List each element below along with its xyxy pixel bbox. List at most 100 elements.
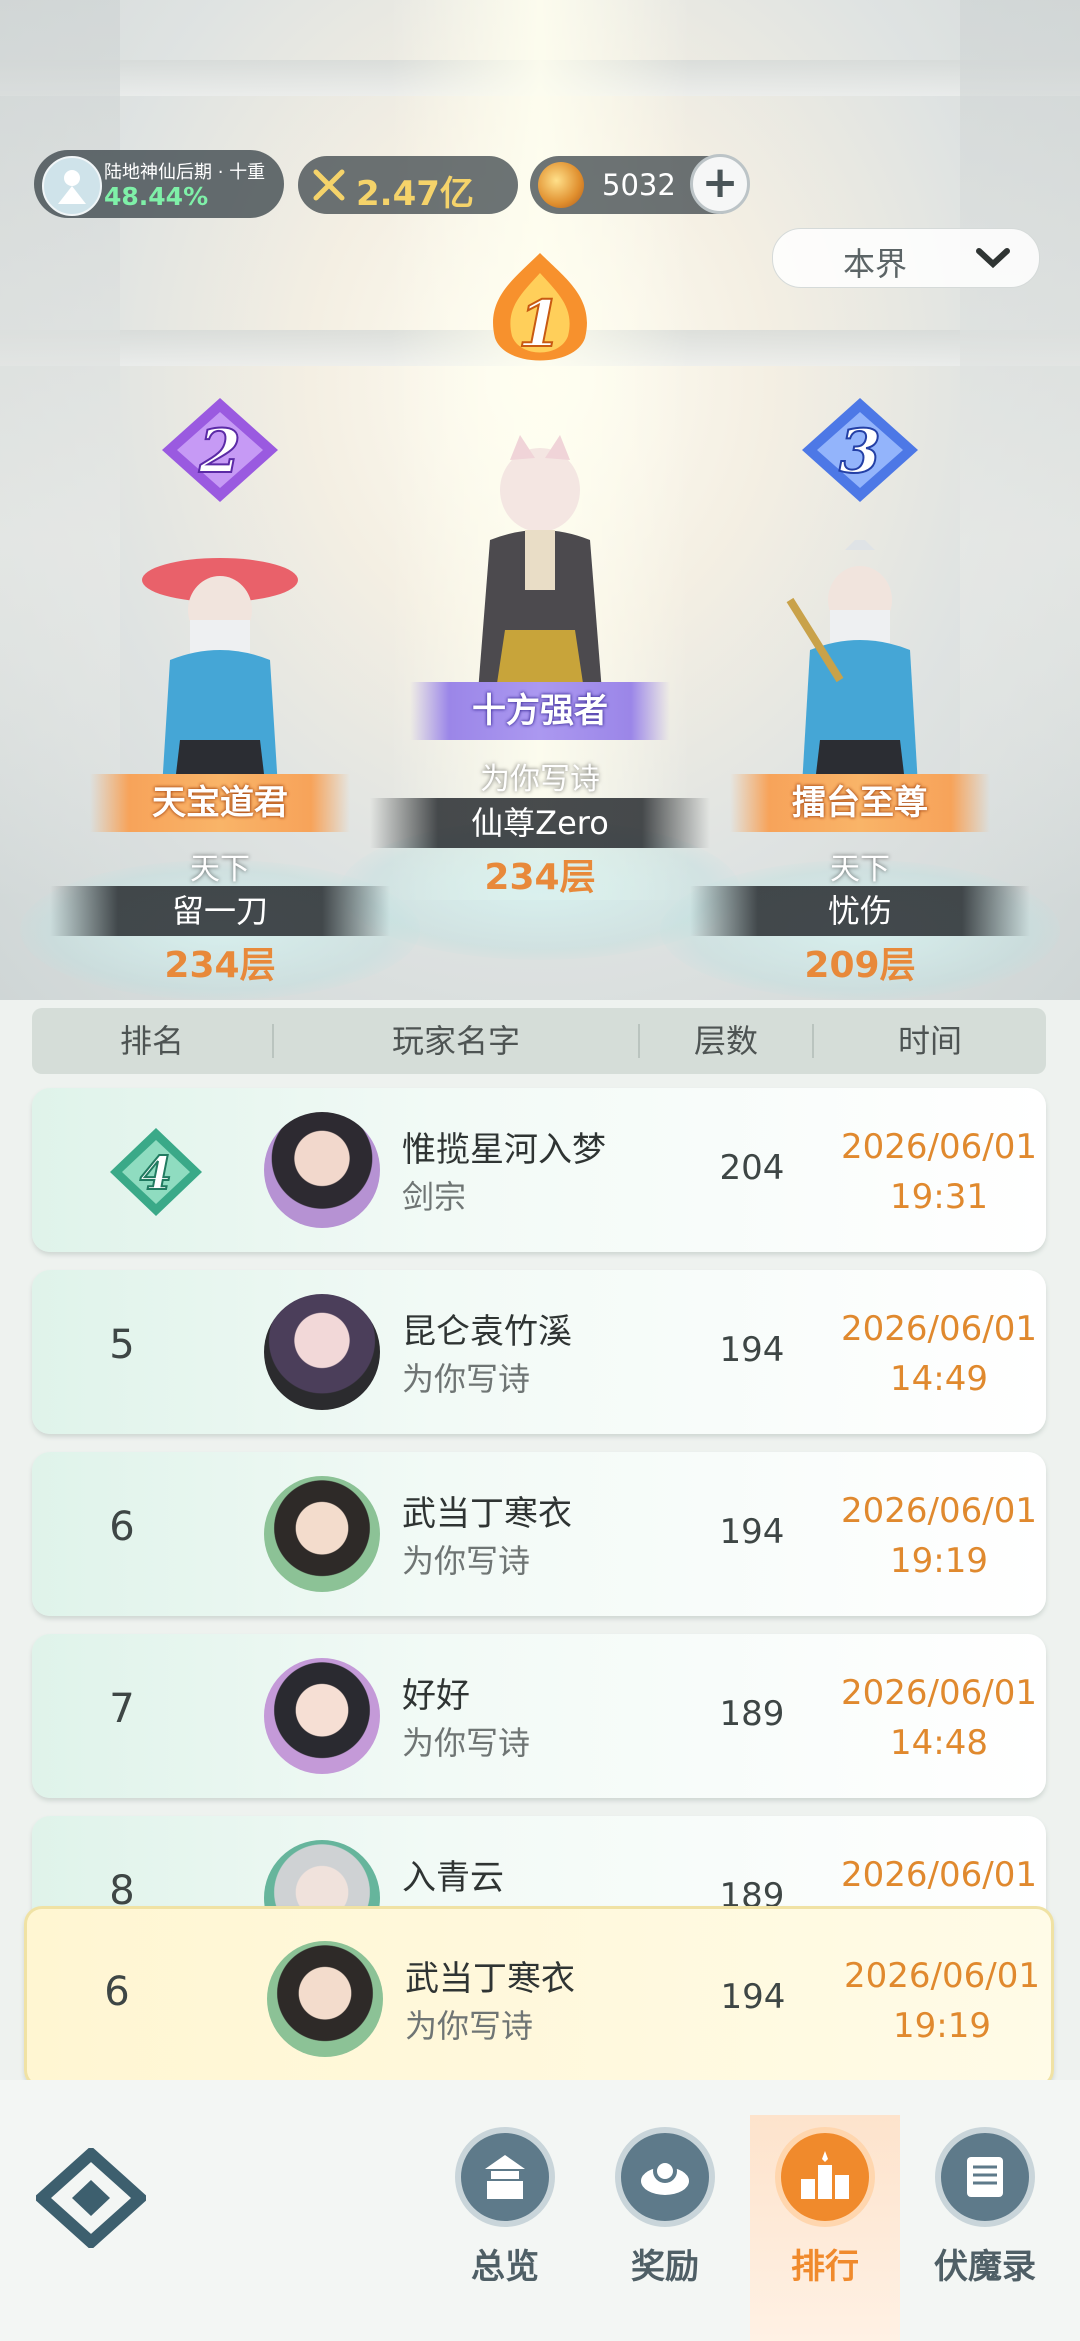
clear-time: 2026/06/01 19:31 bbox=[832, 1122, 1046, 1222]
table-row[interactable]: 4 惟揽星河入梦 剑宗 204 2026/06/01 19:31 bbox=[32, 1088, 1046, 1252]
chevron-down-icon bbox=[975, 247, 1011, 273]
clear-date: 2026/06/01 bbox=[844, 1956, 1040, 1996]
realm-status[interactable]: 陆地神仙后期 · 十重 48.44% bbox=[34, 150, 284, 218]
rank-1-title: 十方强者 bbox=[410, 682, 670, 740]
ranking-icon bbox=[775, 2127, 875, 2227]
clear-date: 2026/06/01 bbox=[841, 1127, 1037, 1167]
player-name: 惟揽星河入梦 bbox=[402, 1130, 606, 1170]
rank-number: 7 bbox=[109, 1686, 135, 1732]
player-guild: 为你写诗 bbox=[402, 1542, 531, 1580]
rank-3-number: 3 bbox=[839, 417, 881, 487]
table-row[interactable]: 7 好好 为你写诗 189 2026/06/01 14:48 bbox=[32, 1634, 1046, 1798]
rank-3-name[interactable]: 忧伤 bbox=[690, 886, 1030, 936]
table-row[interactable]: 6 武当丁寒衣 为你写诗 194 2026/06/01 19:19 bbox=[32, 1452, 1046, 1616]
home-emblem-icon[interactable] bbox=[33, 2145, 149, 2252]
rank-1-guild: 为你写诗 bbox=[480, 762, 600, 797]
scroll-icon bbox=[935, 2127, 1035, 2227]
player-name: 好好 bbox=[402, 1676, 470, 1716]
rank-2-title: 天宝道君 bbox=[90, 774, 350, 832]
pagoda-icon bbox=[455, 2127, 555, 2227]
floor-count: 194 bbox=[719, 1330, 785, 1370]
rank-3-badge: 3 bbox=[790, 390, 930, 514]
clear-date: 2026/06/01 bbox=[841, 1673, 1037, 1713]
player-guild: 为你写诗 bbox=[402, 1724, 531, 1762]
leaderboard-header: 排名 玩家名字 层数 时间 bbox=[32, 1008, 1046, 1074]
rank-1-name[interactable]: 仙尊Zero bbox=[370, 798, 710, 848]
avatar[interactable] bbox=[264, 1294, 380, 1410]
clear-time: 2026/06/01 14:49 bbox=[832, 1304, 1046, 1404]
rank-number: 5 bbox=[109, 1322, 135, 1368]
floor-count: 189 bbox=[719, 1694, 785, 1734]
table-row[interactable]: 5 昆仑袁竹溪 为你写诗 194 2026/06/01 14:49 bbox=[32, 1270, 1046, 1434]
rank-2-floors: 234层 bbox=[164, 945, 276, 986]
power-value: 2.47亿 bbox=[356, 174, 474, 214]
player-guild: 为你写诗 bbox=[402, 1360, 531, 1398]
pillar bbox=[960, 0, 1080, 900]
clear-date: 2026/06/01 bbox=[841, 1491, 1037, 1531]
clear-time: 2026/06/01 14:48 bbox=[832, 1668, 1046, 1768]
nav-label: 伏魔录 bbox=[934, 2247, 1036, 2287]
clear-clock: 19:19 bbox=[893, 2006, 991, 2046]
rank-4-badge: 4 bbox=[106, 1124, 206, 1224]
player-guild: 为你写诗 bbox=[405, 2007, 534, 2045]
floor-count: 194 bbox=[720, 1977, 786, 2017]
rank-2-name[interactable]: 留一刀 bbox=[50, 886, 390, 936]
header-player: 玩家名字 bbox=[391, 1022, 520, 1060]
rank-3-title: 擂台至尊 bbox=[730, 774, 990, 832]
clear-clock: 19:19 bbox=[890, 1541, 988, 1581]
clear-clock: 14:49 bbox=[890, 1359, 988, 1399]
player-name: 武当丁寒衣 bbox=[405, 1959, 575, 1999]
rank-1-number: 1 bbox=[518, 287, 563, 362]
crossed-swords-icon bbox=[312, 168, 348, 208]
avatar[interactable] bbox=[267, 1941, 383, 2057]
region-dropdown[interactable]: 本界 bbox=[772, 228, 1040, 288]
nav-label: 奖励 bbox=[631, 2247, 699, 2287]
header-rank: 排名 bbox=[119, 1022, 184, 1060]
realm-name: 陆地神仙后期 · 十重 bbox=[104, 162, 266, 183]
nav-label: 总览 bbox=[471, 2247, 539, 2287]
clear-time: 2026/06/01 19:19 bbox=[832, 1486, 1046, 1586]
nav-demon-record[interactable]: 伏魔录 bbox=[910, 2115, 1060, 2341]
rank-number: 6 bbox=[104, 1969, 130, 2015]
nav-label: 排行 bbox=[791, 2247, 859, 2287]
clear-date: 2026/06/01 bbox=[841, 1855, 1037, 1895]
avatar[interactable] bbox=[264, 1112, 380, 1228]
realm-avatar-icon bbox=[42, 156, 102, 216]
reward-icon bbox=[615, 2127, 715, 2227]
rank-number: 4 bbox=[140, 1146, 172, 1200]
pillar bbox=[0, 0, 120, 900]
floor-count: 194 bbox=[719, 1512, 785, 1552]
clear-clock: 19:31 bbox=[890, 1177, 988, 1217]
rank-2-guild: 天下 bbox=[190, 852, 250, 887]
player-name: 昆仑袁竹溪 bbox=[402, 1312, 572, 1352]
rank-3-floors: 209层 bbox=[804, 945, 916, 986]
player-name: 武当丁寒衣 bbox=[402, 1494, 572, 1534]
clear-clock: 14:48 bbox=[890, 1723, 988, 1763]
avatar[interactable] bbox=[264, 1658, 380, 1774]
clear-time: 2026/06/01 19:19 bbox=[835, 1951, 1049, 2051]
currency-value: 5032 bbox=[602, 168, 676, 202]
nav-overview[interactable]: 总览 bbox=[430, 2115, 580, 2341]
rank-1-floors: 234层 bbox=[484, 857, 596, 898]
player-name: 入青云 bbox=[402, 1858, 504, 1898]
header-time: 时间 bbox=[897, 1022, 962, 1060]
clear-date: 2026/06/01 bbox=[841, 1309, 1037, 1349]
jade-coin-icon bbox=[538, 162, 584, 208]
region-label: 本界 bbox=[843, 245, 908, 283]
clear-time: 2026/06/01 bbox=[832, 1850, 1046, 1900]
avatar[interactable] bbox=[264, 1476, 380, 1592]
player-guild: 剑宗 bbox=[402, 1178, 467, 1216]
rank-2-number: 2 bbox=[198, 417, 241, 487]
header-floors: 层数 bbox=[693, 1022, 758, 1060]
add-currency-button[interactable]: + bbox=[690, 154, 750, 214]
nav-ranking[interactable]: 排行 bbox=[750, 2115, 900, 2341]
rank-number: 6 bbox=[109, 1504, 135, 1550]
combat-power: 2.47亿 bbox=[298, 156, 518, 214]
rank-1-flame-badge: 1 bbox=[470, 248, 610, 382]
rank-2-badge: 2 bbox=[150, 390, 290, 514]
self-rank-row[interactable]: 6 武当丁寒衣 为你写诗 194 2026/06/01 19:19 bbox=[24, 1906, 1054, 2088]
floor-count: 204 bbox=[719, 1148, 785, 1188]
realm-progress: 48.44% bbox=[104, 182, 209, 211]
nav-rewards[interactable]: 奖励 bbox=[590, 2115, 740, 2341]
rank-3-guild: 天下 bbox=[830, 852, 890, 887]
